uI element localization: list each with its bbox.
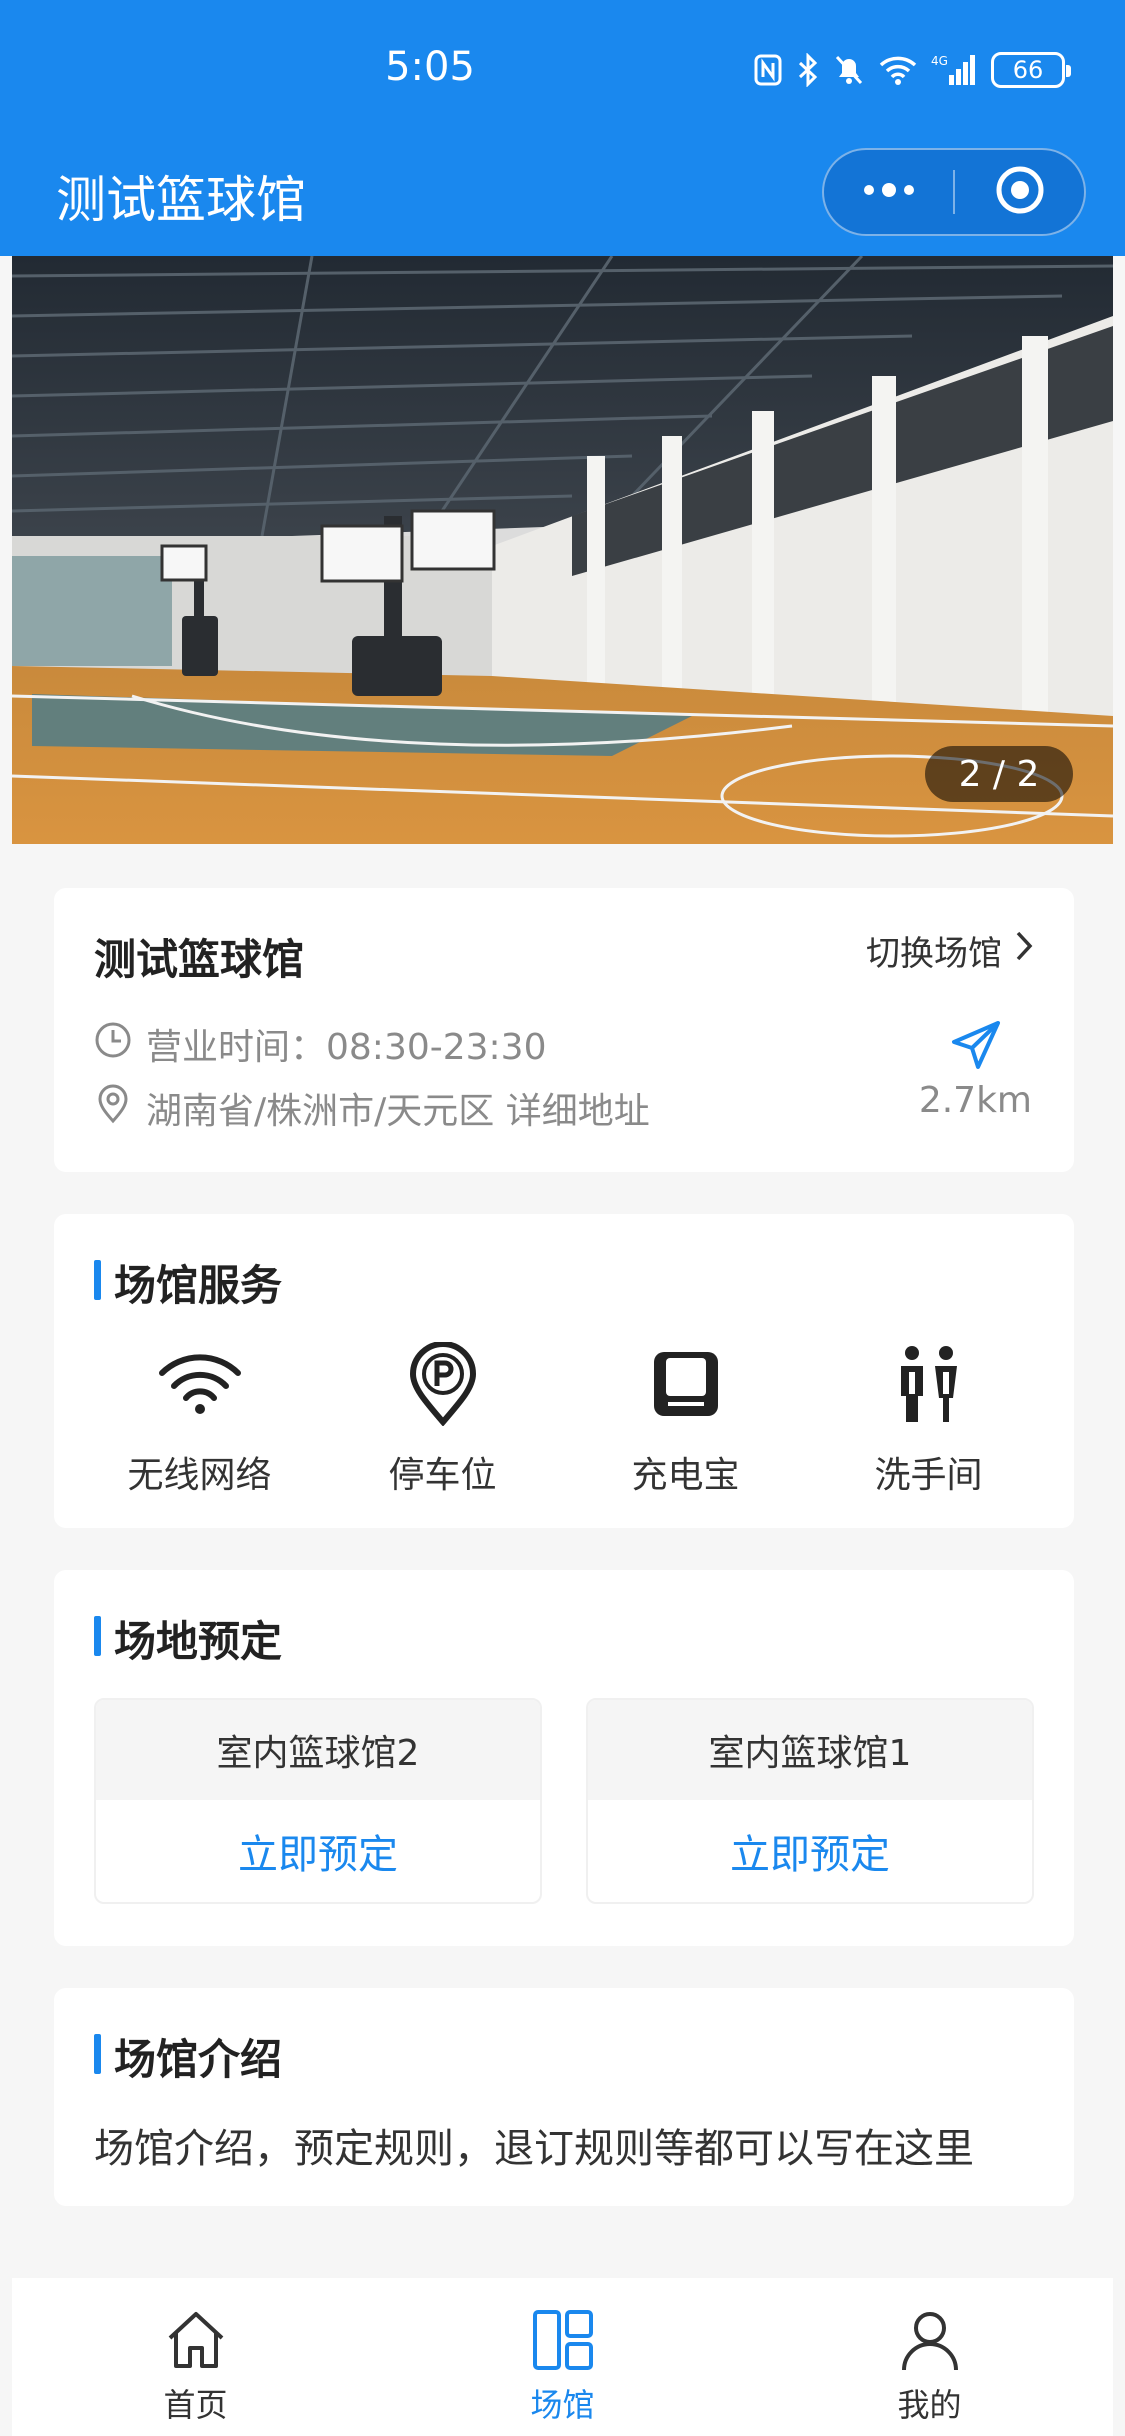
venue-services-card: 场馆服务 无线网络 停车位 充电宝 洗手间 [54, 1214, 1074, 1528]
service-label: 停车位 [388, 1455, 497, 1496]
banner-page-counter: 2 / 2 [925, 746, 1073, 802]
book-now-button[interactable]: 立即预定 [96, 1800, 540, 1902]
venue-page: 5:05 4G 66 测试篮球馆 2 / 2 测试篮球馆 切换场馆 营业时间：0… [0, 0, 1125, 2436]
close-program-button[interactable] [955, 150, 1084, 234]
top-bar: 5:05 4G 66 测试篮球馆 [0, 0, 1125, 256]
tab-home[interactable]: 首页 [12, 2278, 379, 2436]
intro-text: 场馆介绍，预定规则，退订规则等都可以写在这里 [94, 2126, 974, 2172]
distance-text: 2.7km [918, 1080, 1032, 1121]
intro-title: 场馆介绍 [94, 2026, 282, 2087]
restroom-icon [896, 1344, 962, 1428]
venue-address: 湖南省/株洲市/天元区 详细地址 [94, 1082, 650, 1134]
clock-icon [94, 1021, 132, 1068]
bottom-tab-bar: 首页 场馆 我的 [12, 2278, 1113, 2436]
tab-label: 我的 [897, 2386, 962, 2424]
venue-icon [531, 2308, 595, 2376]
switch-venue-button[interactable]: 切换场馆 [866, 926, 1034, 975]
service-label: 无线网络 [127, 1455, 272, 1496]
target-circle-icon [994, 164, 1046, 220]
business-hours: 营业时间：08:30-23:30 [94, 1018, 546, 1070]
page-title: 测试篮球馆 [56, 171, 306, 229]
services-title: 场馆服务 [94, 1252, 282, 1313]
court-name: 室内篮球馆2 [96, 1700, 540, 1800]
nfc-icon [753, 53, 783, 87]
service-item-power-bank: 充电宝 [586, 1344, 786, 1498]
tab-profile[interactable]: 我的 [746, 2278, 1113, 2436]
parking-icon [408, 1341, 478, 1430]
service-item-restroom: 洗手间 [829, 1344, 1029, 1498]
navigate-icon[interactable] [950, 1020, 1002, 1074]
svg-text:4G: 4G [931, 54, 948, 68]
booking-title: 场地预定 [94, 1608, 282, 1669]
mini-program-capsule [822, 148, 1086, 236]
battery-indicator: 66 [991, 52, 1071, 88]
court-item: 室内篮球馆1 立即预定 [586, 1698, 1034, 1904]
service-item-wifi: 无线网络 [100, 1344, 300, 1498]
signal-icon: 4G [931, 53, 977, 87]
services-list: 无线网络 停车位 充电宝 洗手间 [54, 1341, 1074, 1498]
service-label: 洗手间 [874, 1455, 983, 1496]
mute-icon [833, 53, 865, 87]
venue-name: 测试篮球馆 [94, 935, 305, 984]
court-list: 室内篮球馆2 立即预定 室内篮球馆1 立即预定 [94, 1698, 1034, 1904]
power-bank-icon [648, 1346, 724, 1426]
status-icons: 4G 66 [753, 52, 1071, 88]
court-name: 室内篮球馆1 [588, 1700, 1032, 1800]
venue-banner[interactable]: 2 / 2 [12, 256, 1113, 844]
location-pin-icon [94, 1084, 132, 1133]
court-item: 室内篮球馆2 立即预定 [94, 1698, 542, 1904]
book-now-button[interactable]: 立即预定 [588, 1800, 1032, 1902]
status-time: 5:05 [385, 44, 475, 90]
more-button[interactable] [824, 150, 953, 234]
more-dots-icon [861, 182, 917, 202]
venue-address-text: 湖南省/株洲市/天元区 详细地址 [146, 1091, 650, 1132]
venue-info-card: 测试篮球馆 切换场馆 营业时间：08:30-23:30 湖南省/株洲市/天元区 … [54, 888, 1074, 1172]
service-item-parking: 停车位 [343, 1341, 543, 1498]
switch-venue-label: 切换场馆 [866, 934, 1002, 974]
wifi-status-icon [879, 55, 917, 85]
tab-venue[interactable]: 场馆 [379, 2278, 746, 2436]
court-booking-card: 场地预定 室内篮球馆2 立即预定 室内篮球馆1 立即预定 [54, 1570, 1074, 1946]
chevron-right-icon [1014, 929, 1034, 972]
business-hours-text: 营业时间：08:30-23:30 [146, 1027, 547, 1068]
home-icon [164, 2308, 228, 2376]
profile-icon [898, 2308, 962, 2376]
venue-intro-card: 场馆介绍 场馆介绍，预定规则，退订规则等都可以写在这里 [54, 1988, 1074, 2206]
tab-label: 首页 [163, 2386, 228, 2424]
wifi-icon [158, 1353, 242, 1419]
service-label: 充电宝 [631, 1455, 740, 1496]
tab-label: 场馆 [530, 2386, 595, 2424]
bluetooth-icon [797, 53, 819, 87]
